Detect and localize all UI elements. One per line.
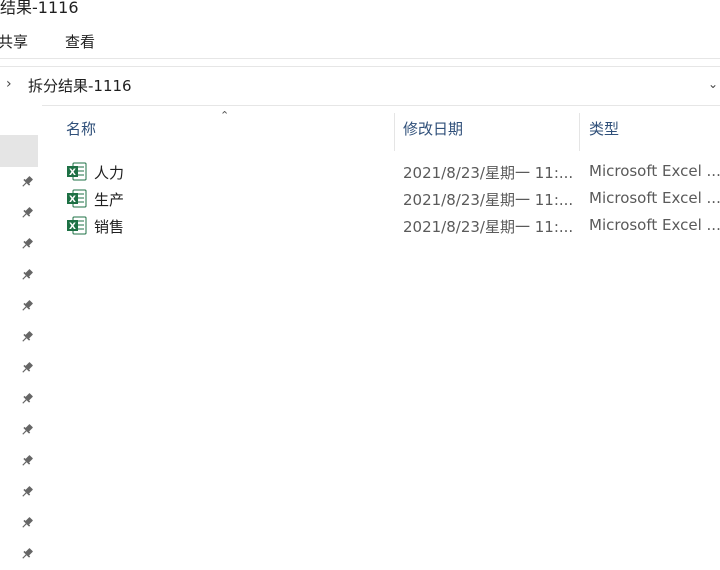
file-type: Microsoft Excel ... (589, 216, 720, 234)
excel-icon: X (66, 189, 88, 209)
column-header-name[interactable]: 名称 (54, 105, 394, 153)
file-name: 人力 (94, 164, 125, 182)
navigation-pane (0, 105, 42, 570)
ribbon: 共享 查看 (0, 26, 720, 59)
file-type: Microsoft Excel ... (589, 162, 720, 180)
file-list: ⌃ 名称 修改日期 类型 X 人力 2021/8/23/星期一 11:... M… (54, 105, 720, 570)
address-dropdown-icon[interactable]: ⌄ (708, 77, 718, 91)
column-header-type[interactable]: 类型 (577, 105, 720, 153)
svg-text:X: X (69, 195, 76, 205)
pin-icon[interactable] (20, 237, 34, 251)
svg-text:X: X (69, 168, 76, 178)
pin-icon[interactable] (20, 485, 34, 499)
tab-view[interactable]: 查看 (65, 31, 95, 52)
file-modified-date: 2021/8/23/星期一 11:... (403, 218, 574, 236)
svg-text:X: X (69, 222, 76, 232)
tab-share[interactable]: 共享 (0, 31, 28, 52)
file-explorer-window: 分结果-1116 共享 查看 › 拆分结果-1116 ⌄ ⌃ 名称 修改日期 类… (0, 0, 720, 570)
file-modified-date: 2021/8/23/星期一 11:... (403, 164, 574, 182)
excel-icon: X (66, 162, 88, 182)
file-modified-date: 2021/8/23/星期一 11:... (403, 191, 574, 209)
title-bar: 分结果-1116 (0, 0, 720, 17)
address-bar[interactable]: › 拆分结果-1116 ⌄ (0, 66, 720, 106)
file-row[interactable]: X 销售 2021/8/23/星期一 11:... Microsoft Exce… (54, 213, 720, 239)
file-name: 生产 (94, 191, 125, 209)
pin-icon[interactable] (20, 299, 34, 313)
pin-icon[interactable] (20, 330, 34, 344)
pin-icon[interactable] (20, 423, 34, 437)
window-title: 分结果-1116 (0, 0, 79, 17)
pin-icon[interactable] (20, 392, 34, 406)
pin-icon[interactable] (20, 175, 34, 189)
column-header-date[interactable]: 修改日期 (391, 105, 577, 153)
file-name: 销售 (94, 218, 125, 236)
pin-icon[interactable] (20, 361, 34, 375)
pin-icon[interactable] (20, 547, 34, 561)
pin-icon[interactable] (20, 454, 34, 468)
excel-icon: X (66, 216, 88, 236)
file-type: Microsoft Excel ... (589, 189, 720, 207)
pin-icon[interactable] (20, 268, 34, 282)
file-row[interactable]: X 生产 2021/8/23/星期一 11:... Microsoft Exce… (54, 186, 720, 212)
pin-icon[interactable] (20, 516, 34, 530)
pin-icon[interactable] (20, 206, 34, 220)
nav-selected-item[interactable] (0, 135, 38, 167)
file-row[interactable]: X 人力 2021/8/23/星期一 11:... Microsoft Exce… (54, 159, 720, 185)
breadcrumb-chevron-icon[interactable]: › (6, 76, 12, 92)
breadcrumb-current-folder[interactable]: 拆分结果-1116 (28, 75, 132, 96)
